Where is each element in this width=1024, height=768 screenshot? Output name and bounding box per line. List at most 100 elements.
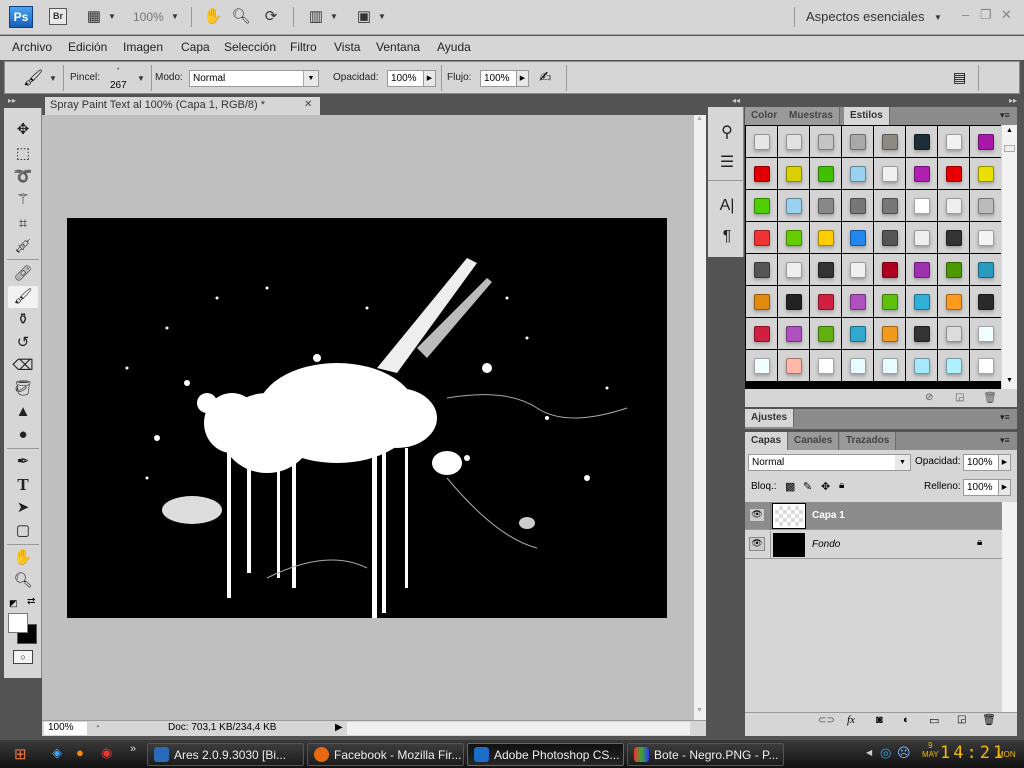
chevron-down-icon[interactable]: ▼ — [171, 12, 179, 21]
style-preset[interactable] — [746, 126, 777, 157]
paint-bucket-icon[interactable]: 🪣︎ — [8, 378, 38, 400]
chevron-down-icon[interactable]: ▼ — [895, 455, 910, 470]
brush-tip-preview-icon[interactable]: • — [117, 66, 119, 73]
horizontal-scrollbar[interactable] — [347, 722, 690, 735]
new-group-icon[interactable]: ▭ — [929, 714, 939, 727]
layer-opacity-input[interactable]: 100% — [963, 454, 999, 471]
link-layers-icon[interactable]: ⊂⊃ — [818, 715, 835, 726]
eye-visibility-icon[interactable]: 👁︎ — [749, 508, 765, 522]
magic-wand-icon[interactable]: ⚚ — [8, 189, 38, 211]
paragraph-panel-icon[interactable]: ¶ — [716, 226, 738, 248]
expand-dock-icon[interactable]: ▸▸ — [1009, 96, 1017, 105]
style-preset[interactable] — [874, 286, 905, 317]
chevron-down-icon[interactable]: ▼ — [330, 12, 338, 21]
collapse-dock-icon[interactable]: ◂◂ — [732, 96, 740, 105]
status-menu-arrow-icon[interactable]: ▶ — [335, 722, 343, 733]
style-preset[interactable] — [906, 286, 937, 317]
bridge-button[interactable]: Br — [49, 8, 67, 25]
zoom-level-dropdown[interactable]: 100% — [133, 10, 164, 24]
lock-position-icon[interactable]: ✥ — [821, 480, 830, 493]
clear-style-icon[interactable]: ⊘ — [925, 392, 933, 403]
menu-capa[interactable]: Capa — [181, 40, 210, 54]
lock-transparency-icon[interactable]: ▩ — [785, 480, 795, 493]
default-colors-icon[interactable]: ◩ — [9, 598, 18, 609]
layer-name[interactable]: Capa 1 — [812, 510, 845, 521]
workspace-switcher[interactable]: Aspectos esenciales — [806, 9, 925, 24]
eyedropper-icon[interactable]: 💉︎ — [8, 236, 38, 258]
airbrush-icon[interactable]: ✍︎ — [539, 68, 552, 86]
tray-expand-icon[interactable]: ◀ — [866, 748, 872, 757]
fill-slider-button[interactable]: ▶ — [998, 479, 1011, 496]
style-preset[interactable] — [810, 318, 841, 349]
panel-menu-icon[interactable]: ▾≡ — [1000, 110, 1010, 121]
vertical-scrollbar[interactable]: ▲ ▼ — [694, 115, 706, 721]
style-preset[interactable] — [970, 158, 1001, 189]
menu-imagen[interactable]: Imagen — [123, 40, 163, 54]
clone-stamp-icon[interactable]: ⚱ — [8, 309, 38, 331]
layer-opacity-slider-button[interactable]: ▶ — [998, 454, 1011, 471]
tab-color[interactable]: Color — [745, 107, 785, 125]
style-preset[interactable] — [810, 190, 841, 221]
scroll-thumb[interactable] — [1004, 145, 1015, 152]
style-preset[interactable] — [938, 350, 969, 381]
start-button[interactable]: ⊞ — [14, 745, 27, 763]
chevron-down-icon[interactable]: ▼ — [934, 13, 942, 22]
style-preset[interactable] — [906, 222, 937, 253]
swap-colors-icon[interactable]: ⇄ — [27, 596, 35, 607]
quick-mask-icon[interactable]: ○ — [13, 650, 33, 664]
pen-icon[interactable]: ✒︎ — [8, 451, 38, 473]
panel-menu-icon[interactable]: ▾≡ — [1000, 435, 1010, 446]
minimize-button[interactable]: – — [962, 7, 969, 22]
menu-vista[interactable]: Vista — [334, 40, 360, 54]
rectangle-shape-icon[interactable]: ▢ — [8, 520, 38, 542]
close-tab-icon[interactable]: ✕ — [304, 99, 312, 110]
delete-style-icon[interactable]: 🗑︎ — [983, 391, 997, 404]
brush-tool-preset-icon[interactable]: 🖌︎ — [23, 68, 43, 88]
add-mask-icon[interactable]: ◙ — [876, 714, 883, 726]
spot-healing-brush-icon[interactable]: 🩹︎ — [8, 263, 38, 285]
eye-visibility-icon[interactable]: 👁︎ — [749, 537, 765, 551]
style-preset[interactable] — [842, 318, 873, 349]
mode-select[interactable]: Normal — [189, 70, 319, 87]
quicklaunch-more[interactable]: » — [130, 743, 136, 755]
style-preset[interactable] — [970, 126, 1001, 157]
style-preset[interactable] — [938, 286, 969, 317]
style-preset[interactable] — [970, 222, 1001, 253]
chevron-down-icon[interactable]: ▼ — [108, 12, 116, 21]
brush-icon[interactable]: 🖌︎ — [8, 286, 38, 308]
tab-muestras[interactable]: Muestras — [783, 107, 840, 125]
style-preset[interactable] — [810, 126, 841, 157]
hand-icon[interactable]: ✋ — [8, 547, 38, 569]
style-preset[interactable] — [842, 158, 873, 189]
style-preset[interactable] — [778, 318, 809, 349]
status-zoom-input[interactable]: 100% — [44, 722, 87, 735]
task-ares[interactable]: Ares 2.0.9.3030 [Bi... — [147, 743, 304, 766]
task-firefox[interactable]: Facebook - Mozilla Fir... — [307, 743, 464, 766]
menu-ventana[interactable]: Ventana — [376, 40, 420, 54]
lasso-icon[interactable]: ➰ — [8, 166, 38, 188]
delete-layer-icon[interactable]: 🗑︎ — [982, 713, 996, 726]
style-preset[interactable] — [906, 158, 937, 189]
style-preset[interactable] — [938, 254, 969, 285]
quicklaunch-chrome-icon[interactable]: ◉ — [101, 745, 112, 761]
rectangular-marquee-icon[interactable]: ⬚ — [8, 143, 38, 165]
tab-estilos[interactable]: Estilos — [844, 107, 890, 125]
tray-network-icon[interactable]: ☹ — [897, 745, 911, 761]
zoom-icon[interactable]: 🔍︎ — [8, 570, 38, 592]
style-preset[interactable] — [746, 350, 777, 381]
menu-filtro[interactable]: Filtro — [290, 40, 317, 54]
character-panel-icon[interactable]: A| — [716, 195, 738, 217]
style-preset[interactable] — [810, 158, 841, 189]
fill-input[interactable]: 100% — [963, 479, 999, 496]
history-brush-icon[interactable]: ↺ — [8, 332, 38, 354]
task-paint[interactable]: Bote - Negro.PNG - P... — [627, 743, 784, 766]
style-preset[interactable] — [778, 286, 809, 317]
chevron-down-icon[interactable]: ▼ — [378, 12, 386, 21]
style-preset[interactable] — [906, 350, 937, 381]
style-preset[interactable] — [938, 318, 969, 349]
tab-capas[interactable]: Capas — [745, 432, 789, 450]
style-preset[interactable] — [970, 190, 1001, 221]
styles-scrollbar[interactable]: ▲ ▼ — [1002, 125, 1017, 389]
document-canvas[interactable] — [67, 218, 667, 618]
chevron-down-icon[interactable]: ▼ — [49, 74, 57, 83]
